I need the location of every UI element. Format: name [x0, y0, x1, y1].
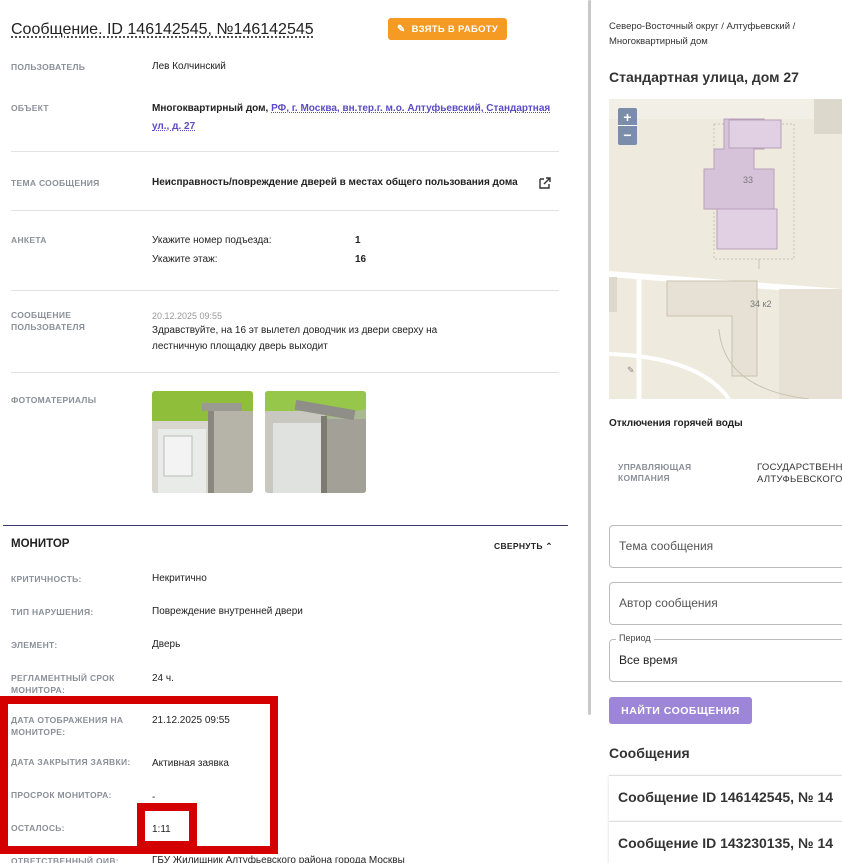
topic-label: ТЕМА СООБЩЕНИЯ [11, 178, 100, 188]
message-list-item[interactable]: Сообщение ID 143230135, № 14 [609, 821, 842, 863]
map-building-label: 33 [743, 175, 754, 185]
highlight-box-remaining [137, 803, 197, 849]
external-link-icon[interactable] [538, 176, 552, 190]
photo-thumbnail[interactable] [152, 391, 253, 493]
violation-label: ТИП НАРУШЕНИЯ: [11, 607, 94, 617]
survey-question-1: Укажите номер подъезда: [152, 235, 272, 246]
period-value: Все время [619, 653, 678, 667]
user-value: Лев Колчинский [152, 61, 226, 72]
topic-search-placeholder: Тема сообщения [619, 539, 714, 553]
survey-answer-2: 16 [355, 254, 367, 265]
divider [11, 151, 559, 152]
user-message-line-2: лестничную площадку дверь выходит [152, 341, 328, 352]
uk-label-2: КОМПАНИЯ [618, 473, 670, 483]
period-label: Период [616, 633, 654, 643]
address-title: Стандартная улица, дом 27 [609, 69, 799, 85]
uk-value-2: АЛТУФЬЕВСКОГО [757, 474, 842, 485]
deadline-value: 24 ч. [152, 673, 174, 684]
element-label: ЭЛЕМЕНТ: [11, 640, 58, 650]
message-detail-panel: Сообщение. ID 146142545, №146142545 ⌃ ✎ … [0, 0, 588, 863]
deadline-label: РЕГЛАМЕНТНЫЙ СРОК МОНИТОРА: [11, 672, 136, 696]
find-messages-button[interactable]: НАЙТИ СООБЩЕНИЯ [609, 697, 752, 724]
divider [11, 210, 559, 211]
survey-question-2: Укажите этаж: [152, 254, 218, 265]
chevron-up-icon[interactable]: ⌃ [304, 23, 314, 37]
message-list-item-title: Сообщение ID 146142545, № 14 [618, 789, 834, 805]
object-value: Многоквартирный дом, РФ, г. Москва, вн.т… [152, 100, 552, 136]
breadcrumb-line-1: Северо-Восточный округ / Алтуфьевский / [609, 21, 796, 32]
breadcrumb-line-2: Многоквартирный дом [609, 36, 708, 47]
criticality-value: Некритично [152, 573, 207, 584]
survey-label: АНКЕТА [11, 235, 47, 245]
user-message-label-1: СООБЩЕНИЕ [11, 310, 72, 320]
violation-value: Повреждение внутренней двери [152, 606, 303, 617]
pencil-icon: ✎ [396, 23, 406, 35]
survey-answer-1: 1 [355, 235, 361, 246]
photo-thumbnail[interactable] [265, 391, 366, 493]
author-search-placeholder: Автор сообщения [619, 596, 718, 610]
map-building-label: 34 к2 [750, 299, 772, 309]
user-label: ПОЛЬЗОВАТЕЛЬ [11, 62, 86, 72]
management-company-label: УПРАВЛЯЮЩАЯ КОМПАНИЯ [618, 462, 718, 484]
zoom-in-icon[interactable]: + [618, 108, 637, 126]
collapse-label: СВЕРНУТЬ [494, 541, 543, 551]
monitor-title: МОНИТОР [11, 538, 70, 550]
responsible-label: ОТВЕТСТВЕННЫЙ ОИВ: [11, 856, 119, 863]
object-address-link[interactable]: РФ, г. Москва, вн.тер.г. м.о. Алтуфьевск… [271, 103, 550, 114]
chevron-up-icon: ⌃ [545, 541, 553, 551]
take-to-work-button[interactable]: ✎ ВЗЯТЬ В РАБОТУ [388, 18, 507, 40]
collapse-button[interactable]: СВЕРНУТЬ ⌃ [494, 541, 553, 552]
object-type: Многоквартирный дом, [152, 103, 269, 114]
breadcrumb: Северо-Восточный округ / Алтуфьевский / … [609, 19, 829, 49]
vertical-scrollbar[interactable] [588, 0, 591, 715]
right-panel: Северо-Восточный округ / Алтуфьевский / … [597, 0, 842, 863]
user-message-label: СООБЩЕНИЕ ПОЛЬЗОВАТЕЛЯ [11, 309, 136, 333]
criticality-label: КРИТИЧНОСТЬ: [11, 574, 82, 584]
object-address-link-2[interactable]: ул., д. 27 [152, 121, 195, 132]
take-to-work-label: ВЗЯТЬ В РАБОТУ [411, 23, 499, 35]
divider [11, 290, 559, 291]
uk-label-1: УПРАВЛЯЮЩАЯ [618, 462, 692, 472]
period-select[interactable]: Период Все время [609, 633, 842, 682]
deadline-label-1: РЕГЛАМЕНТНЫЙ СРОК [11, 673, 115, 683]
author-search-field[interactable]: Автор сообщения [609, 582, 842, 625]
monitor-divider [3, 525, 568, 526]
element-value: Дверь [152, 639, 181, 650]
zoom-out-icon[interactable]: − [618, 126, 637, 144]
deadline-label-2: МОНИТОРА: [11, 685, 66, 695]
messages-title: Сообщения [609, 745, 690, 761]
divider [11, 372, 559, 373]
message-title: Сообщение. ID 146142545, №146142545 [11, 21, 314, 38]
user-message-label-2: ПОЛЬЗОВАТЕЛЯ [11, 322, 86, 332]
hot-water-link[interactable]: Отключения горячей воды [609, 418, 743, 429]
management-company-value: ГОСУДАРСТВЕНН АЛТУФЬЕВСКОГО [757, 462, 842, 486]
object-label: ОБЪЕКТ [11, 103, 49, 113]
message-list-item[interactable]: Сообщение ID 146142545, № 14 [609, 775, 842, 821]
photos-label: ФОТОМАТЕРИАЛЫ [11, 395, 97, 405]
map[interactable]: 33 34 к2 ✎ + − [609, 99, 842, 399]
map-zoom-control[interactable]: + − [618, 108, 637, 145]
uk-value-1: ГОСУДАРСТВЕНН [757, 462, 842, 473]
topic-search-field[interactable]: Тема сообщения [609, 525, 842, 568]
message-list-item-title: Сообщение ID 143230135, № 14 [618, 835, 834, 851]
map-pencil-icon: ✎ [627, 365, 635, 375]
topic-value: Неисправность/повреждение дверей в места… [152, 177, 518, 188]
